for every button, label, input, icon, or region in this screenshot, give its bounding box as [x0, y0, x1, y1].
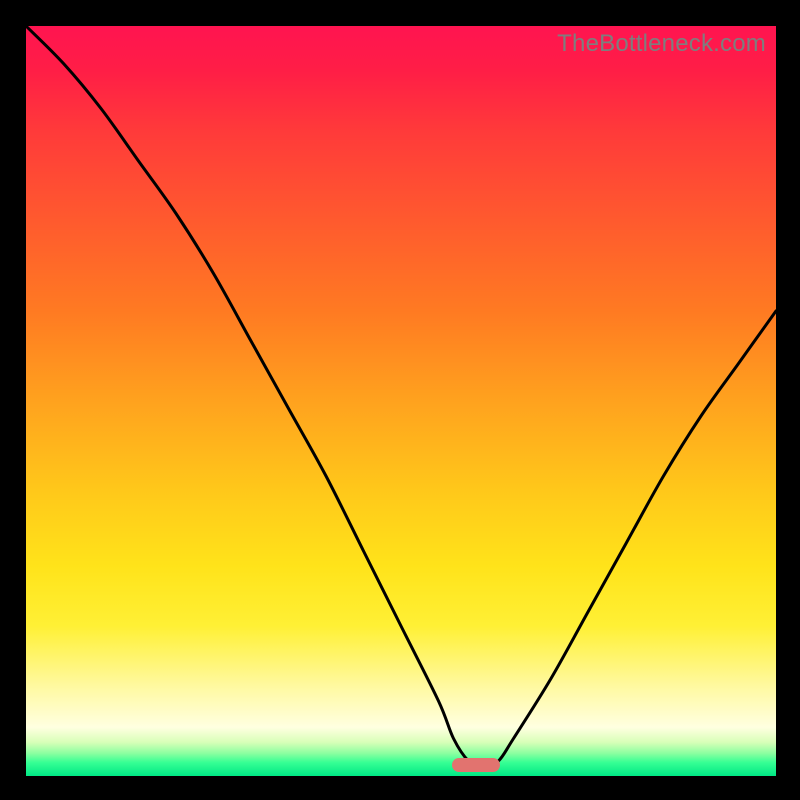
- optimal-marker: [452, 758, 500, 772]
- plot-area: TheBottleneck.com: [26, 26, 776, 776]
- bottleneck-curve: [26, 26, 776, 769]
- curve-svg: [26, 26, 776, 776]
- chart-frame: TheBottleneck.com: [0, 0, 800, 800]
